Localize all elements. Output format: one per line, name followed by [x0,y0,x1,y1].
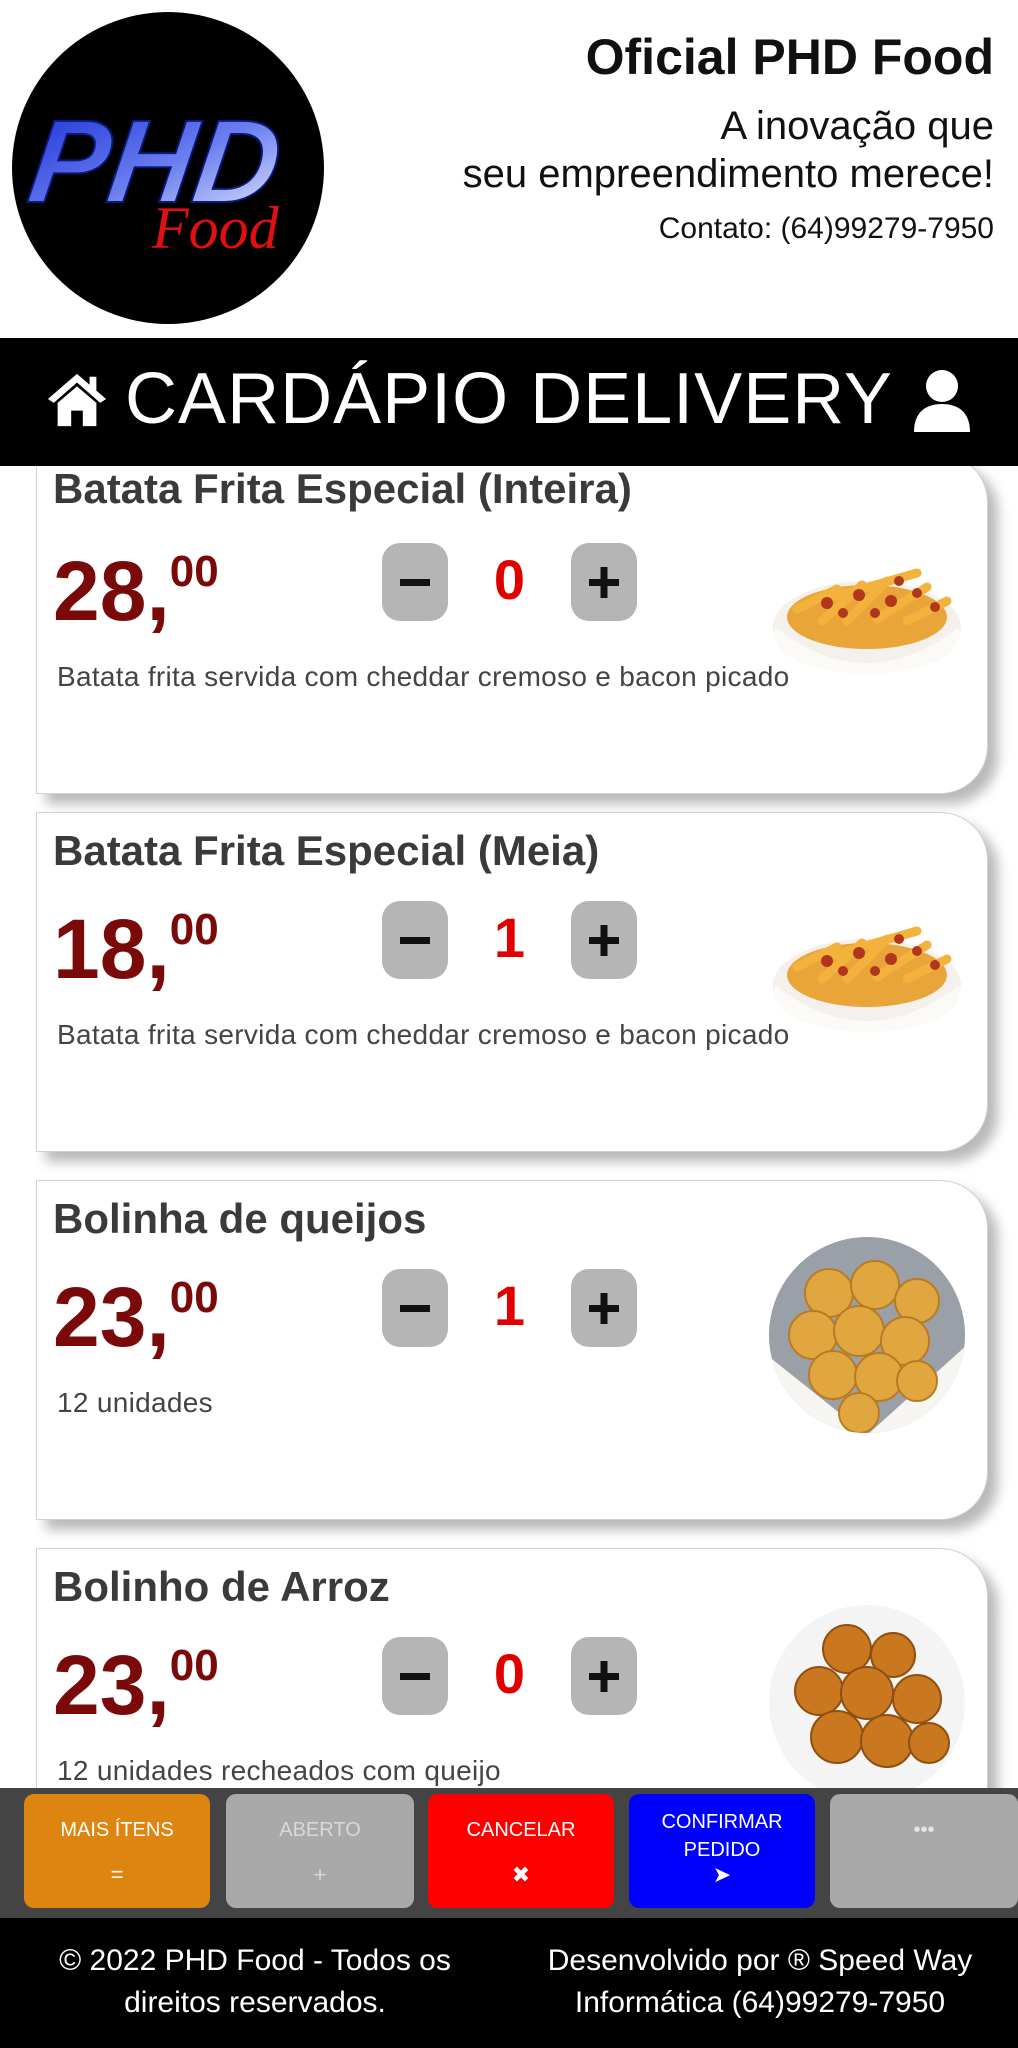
tagline-line-1: A inovação que [720,104,994,148]
price-integer: 23 [53,1638,147,1732]
page-title: CARDÁPIO DELIVERY [125,359,893,439]
svg-text:Food: Food [151,195,280,261]
product-description: Batata frita servida com cheddar cremoso… [57,1019,790,1050]
page-header: PHD Food Oficial PHD Food A inovação que… [0,0,1018,338]
open-status-label: ABERTO [279,1819,361,1841]
price-integer: 23 [53,1270,147,1364]
extra-options-label: ••• [913,1819,935,1841]
increase-quantity-button[interactable] [571,1269,637,1347]
product-name: Batata Frita Especial (Meia) [53,827,600,874]
product-price: 18,00 [53,902,219,996]
product-description: Batata frita servida com cheddar cremoso… [57,661,790,692]
product-description: 12 unidades recheados com queijo [57,1755,501,1786]
price-integer: 28 [53,544,147,638]
product-price: 28,00 [53,544,219,638]
decrease-quantity-button[interactable] [382,901,448,979]
copyright-line-1: © 2022 PHD Food - Todos os [59,1944,451,1977]
price-decimal: 00 [169,1641,219,1690]
open-status-button[interactable]: ABERTO + [226,1794,414,1908]
brand-tagline: A inovação que seu empreendimento merece… [374,102,994,198]
product-list: Batata Frita Especial (Inteira) 28,00 0 [0,466,1018,1788]
product-description: 12 unidades [57,1387,213,1418]
brand-logo: PHD Food [12,12,324,324]
product-name: Bolinho de Arroz [53,1563,390,1610]
action-bar: MAIS ÍTENS = ABERTO + CANCELAR ✖ CONFIRM… [0,1788,1018,1918]
close-icon: ✖ [511,1862,531,1887]
copyright-line-2: direitos reservados. [124,1986,386,2019]
increase-quantity-button[interactable] [571,1637,637,1715]
product-name: Batata Frita Especial (Inteira) [53,466,632,512]
more-items-label: MAIS ÍTENS [60,1819,174,1841]
product-card: Batata Frita Especial (Meia) 18,00 1 Bat… [36,812,988,1152]
page-footer: © 2022 PHD Food - Todos os direitos rese… [0,1918,1018,2048]
decrease-quantity-button[interactable] [382,1637,448,1715]
fries-dish-image [767,509,967,709]
copyright-text: © 2022 PHD Food - Todos os direitos rese… [30,1940,480,2024]
menu-icon: = [110,1862,124,1887]
tagline-line-2: seu empreendimento merece! [462,152,994,196]
cheese-balls-image [767,1235,967,1435]
product-card: Bolinha de queijos 23,00 1 12 unidades [36,1180,988,1520]
cancel-label: CANCELAR [466,1819,576,1841]
developer-line-2: Informática (64)99279-7950 [574,1986,946,2019]
price-integer: 18 [53,902,147,996]
rice-balls-image [767,1603,967,1788]
decrease-quantity-button[interactable] [382,543,448,621]
product-price: 23,00 [53,1270,219,1364]
confirm-label-line-1: CONFIRMAR [661,1811,783,1833]
extra-options-button[interactable]: ••• [830,1794,1018,1908]
contact-phone: Contato: (64)99279-7950 [658,212,994,245]
developer-line-1: Desenvolvido por ® Speed Way [547,1944,973,1977]
plus-icon: + [313,1862,327,1887]
brand-title: Oficial PHD Food [585,29,994,85]
quantity-value: 0 [493,1642,526,1705]
confirm-label-line-2: PEDIDO [683,1839,761,1861]
fries-dish-image [767,867,967,1067]
product-name: Bolinha de queijos [53,1195,427,1242]
product-card: Batata Frita Especial (Inteira) 28,00 0 [36,466,988,794]
quantity-value: 1 [493,906,526,969]
quantity-value: 0 [493,548,526,611]
decrease-quantity-button[interactable] [382,1269,448,1347]
increase-quantity-button[interactable] [571,543,637,621]
quantity-value: 1 [493,1274,526,1337]
more-items-button[interactable]: MAIS ÍTENS = [24,1794,210,1908]
increase-quantity-button[interactable] [571,901,637,979]
price-decimal: 00 [169,1273,219,1322]
product-card: Bolinho de Arroz 23,00 0 12 unidades rec… [36,1548,988,1788]
send-arrow-icon: ➤ [712,1862,732,1887]
product-price: 23,00 [53,1638,219,1732]
nav-bar: CARDÁPIO DELIVERY [0,338,1018,466]
price-decimal: 00 [169,905,219,954]
user-icon[interactable] [912,368,972,434]
developer-credit: Desenvolvido por ® Speed Way Informática… [520,1940,1000,2024]
confirm-order-label: CONFIRMAR PEDIDO [629,1808,815,1864]
cancel-button[interactable]: CANCELAR ✖ [428,1794,614,1908]
price-decimal: 00 [169,547,219,596]
confirm-order-button[interactable]: CONFIRMAR PEDIDO ➤ [629,1794,815,1908]
